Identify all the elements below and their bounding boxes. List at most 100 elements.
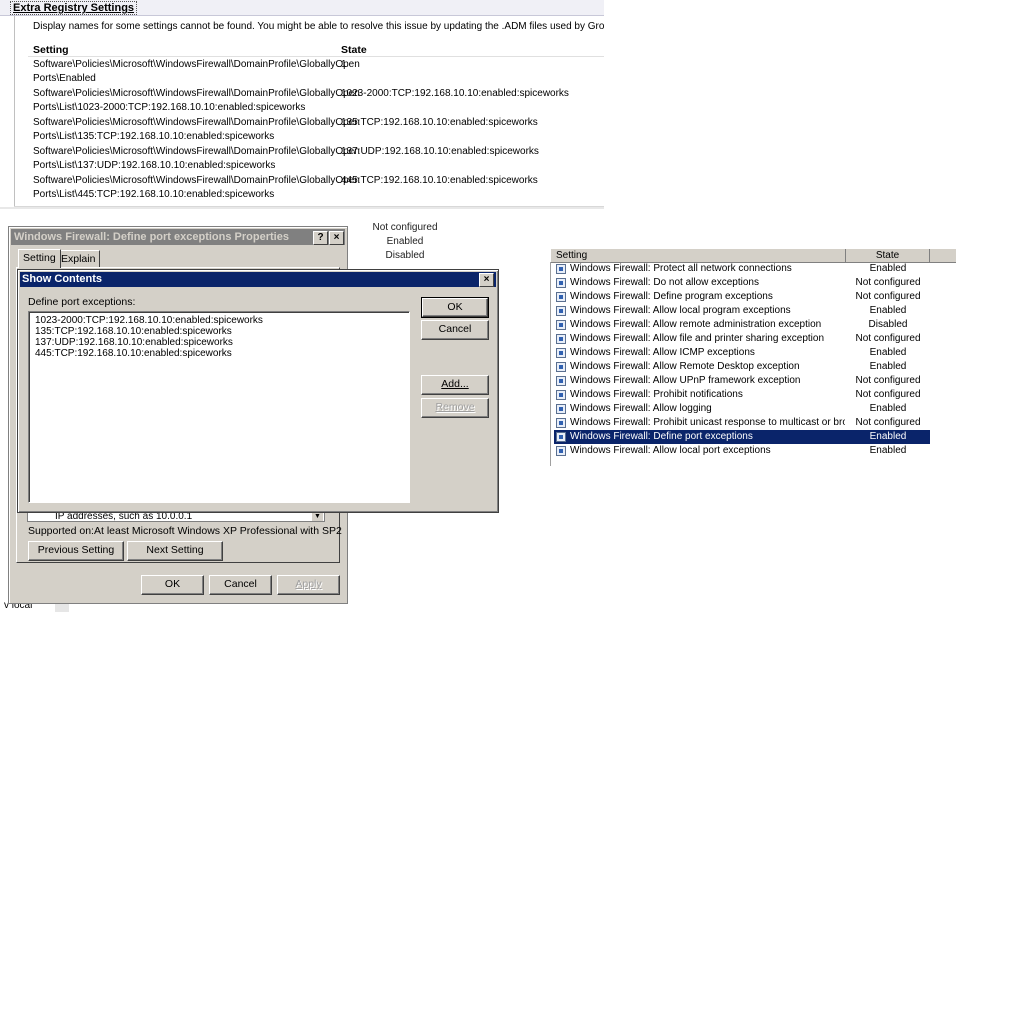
background-state-text: Disabled — [385, 250, 425, 261]
panel-separator — [0, 207, 604, 209]
registry-section-header: Extra Registry Settings — [0, 0, 604, 16]
registry-row: Software\Policies\Microsoft\WindowsFirew… — [33, 58, 603, 86]
table-row[interactable]: Windows Firewall: Allow file and printer… — [554, 332, 930, 346]
registry-row-state: 1 — [341, 59, 347, 70]
extra-registry-settings-panel: Extra Registry Settings Display names fo… — [0, 0, 604, 208]
registry-row-setting: Software\Policies\Microsoft\WindowsFirew… — [33, 117, 360, 142]
registry-row: Software\Policies\Microsoft\WindowsFirew… — [33, 174, 603, 202]
column-header-setting[interactable]: Setting — [551, 249, 846, 262]
table-row[interactable]: Windows Firewall: Prohibit notifications… — [554, 388, 930, 402]
registry-row-setting: Software\Policies\Microsoft\WindowsFirew… — [33, 175, 360, 200]
show-contents-titlebar[interactable]: Show Contents × — [20, 272, 496, 287]
policy-setting-icon — [556, 348, 566, 358]
policy-setting-icon — [556, 446, 566, 456]
policy-name: Windows Firewall: Define program excepti… — [570, 291, 773, 302]
define-port-exceptions-label: Define port exceptions: — [28, 296, 136, 308]
policy-setting-icon — [556, 390, 566, 400]
list-item[interactable]: 445:TCP:192.168.10.10:enabled:spiceworks — [35, 348, 232, 360]
remove-button[interactable]: Remove — [421, 398, 489, 418]
registry-row-state: 137:UDP:192.168.10.10:enabled:spiceworks — [341, 146, 539, 157]
tab-explain[interactable]: Explain — [56, 250, 101, 267]
show-contents-dialog: Show Contents × Define port exceptions: … — [17, 269, 499, 513]
remove-label: Remove — [435, 401, 475, 413]
supported-on-label: Supported on: — [28, 525, 94, 537]
registry-row-state: 1023-2000:TCP:192.168.10.10:enabled:spic… — [341, 88, 569, 99]
properties-cancel-button[interactable]: Cancel — [209, 575, 272, 595]
table-row[interactable]: Windows Firewall: Define program excepti… — [554, 290, 930, 304]
policy-name: Windows Firewall: Allow local program ex… — [570, 305, 791, 316]
column-header-state[interactable]: State — [846, 249, 930, 262]
table-row[interactable]: Windows Firewall: Define port exceptions… — [554, 430, 930, 444]
close-icon[interactable]: × — [479, 273, 494, 287]
policy-state: Enabled — [869, 305, 907, 316]
next-setting-button[interactable]: Next Setting — [127, 541, 223, 561]
policy-name: Windows Firewall: Prohibit notifications — [570, 389, 743, 400]
policy-state: Not configured — [855, 389, 921, 400]
policy-setting-icon — [556, 292, 566, 302]
policy-name: Windows Firewall: Allow remote administr… — [570, 319, 822, 330]
table-row[interactable]: Windows Firewall: Allow local program ex… — [554, 304, 930, 318]
policy-state: Not configured — [855, 333, 921, 344]
policy-name: Windows Firewall: Prohibit unicast respo… — [570, 417, 845, 428]
table-row[interactable]: Windows Firewall: Allow logging Enabled — [554, 402, 930, 416]
properties-apply-label: Apply — [295, 578, 322, 590]
table-row[interactable]: Windows Firewall: Allow Remote Desktop e… — [554, 360, 930, 374]
policy-name: Windows Firewall: Allow UPnP framework e… — [570, 375, 801, 386]
add-button[interactable]: Add... — [421, 375, 489, 395]
policy-name: Windows Firewall: Allow ICMP exceptions — [570, 347, 755, 358]
properties-ok-button[interactable]: OK — [141, 575, 204, 595]
policy-setting-icon — [556, 432, 566, 442]
policy-name: Windows Firewall: Define port exceptions — [570, 431, 753, 442]
previous-setting-button[interactable]: Previous Setting — [28, 541, 124, 561]
add-label: Add... — [441, 378, 469, 390]
registry-section-title[interactable]: Extra Registry Settings — [10, 1, 138, 15]
registry-column-state: State — [341, 44, 367, 56]
policy-list-header: Setting State — [551, 248, 956, 263]
policy-state: Enabled — [869, 347, 907, 358]
policy-setting-icon — [556, 362, 566, 372]
policy-name: Windows Firewall: Allow local port excep… — [570, 445, 771, 456]
port-exceptions-list[interactable]: 1023-2000:TCP:192.168.10.10:enabled:spic… — [28, 311, 410, 503]
properties-title: Windows Firewall: Define port exceptions… — [14, 231, 289, 243]
properties-apply-button[interactable]: Apply — [277, 575, 340, 595]
background-state-text: Enabled — [386, 236, 424, 247]
show-contents-cancel-button[interactable]: Cancel — [421, 320, 489, 340]
policy-state: Enabled — [869, 403, 907, 414]
table-row[interactable]: Windows Firewall: Do not allow exception… — [554, 276, 930, 290]
close-icon[interactable]: × — [329, 231, 344, 245]
table-row[interactable]: Windows Firewall: Protect all network co… — [554, 262, 930, 276]
show-contents-title: Show Contents — [22, 273, 103, 285]
policy-setting-icon — [556, 306, 566, 316]
policy-setting-icon — [556, 404, 566, 414]
policy-state: Not configured — [855, 277, 921, 288]
show-contents-cancel-label: Cancel — [438, 323, 472, 335]
policy-setting-icon — [556, 264, 566, 274]
registry-row-setting: Software\Policies\Microsoft\WindowsFirew… — [33, 59, 360, 84]
table-row[interactable]: Windows Firewall: Allow UPnP framework e… — [554, 374, 930, 388]
policy-name: Windows Firewall: Allow file and printer… — [570, 333, 825, 344]
policy-name: Windows Firewall: Allow logging — [570, 403, 712, 414]
policy-name: Windows Firewall: Do not allow exception… — [570, 277, 759, 288]
policy-setting-icon — [556, 278, 566, 288]
tab-setting[interactable]: Setting — [18, 249, 61, 268]
table-row[interactable]: Windows Firewall: Allow remote administr… — [554, 318, 930, 332]
show-contents-ok-label: OK — [447, 301, 463, 313]
policy-state: Enabled — [869, 445, 907, 456]
policy-state: Enabled — [869, 431, 907, 442]
policy-state: Enabled — [869, 263, 907, 274]
registry-row: Software\Policies\Microsoft\WindowsFirew… — [33, 145, 603, 173]
background-state-text: Not configured — [372, 222, 438, 233]
registry-row-state: 135:TCP:192.168.10.10:enabled:spiceworks — [341, 117, 538, 128]
policy-name: Windows Firewall: Protect all network co… — [570, 263, 792, 274]
show-contents-ok-button[interactable]: OK — [421, 297, 489, 318]
table-row[interactable]: Windows Firewall: Prohibit unicast respo… — [554, 416, 930, 430]
help-button[interactable]: ? — [313, 231, 328, 245]
table-row[interactable]: Windows Firewall: Allow ICMP exceptions E… — [554, 346, 930, 360]
registry-column-setting: Setting — [33, 44, 69, 56]
background-fragment-block — [55, 603, 69, 612]
policy-setting-icon — [556, 418, 566, 428]
policy-name: Windows Firewall: Allow Remote Desktop e… — [570, 361, 800, 372]
table-row[interactable]: Windows Firewall: Allow local port excep… — [554, 444, 930, 458]
properties-ok-label: OK — [164, 578, 181, 590]
properties-titlebar[interactable]: Windows Firewall: Define port exceptions… — [11, 229, 345, 245]
